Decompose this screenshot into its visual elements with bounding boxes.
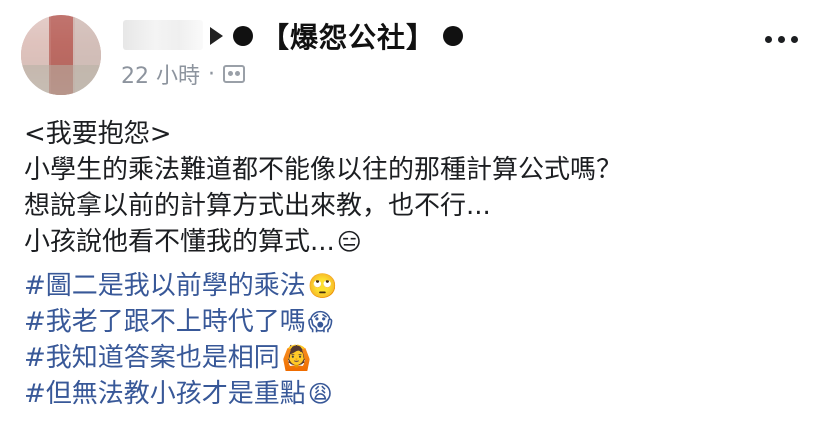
hashtag-line: #我知道答案也是相同🙆 — [24, 340, 338, 376]
post-line: 小學生的乘法難道都不能像以往的那種計算公式嗎？ — [24, 155, 623, 185]
screaming-face-emoji: 😱 — [307, 308, 333, 336]
hashtag-line: #但無法教小孩才是重點😩 — [24, 376, 338, 412]
hashtag-list: #圖二是我以前學的乘法🙄 #我老了跟不上時代了嗎😱 #我知道答案也是相同🙆 #但… — [24, 268, 338, 412]
group-name-link[interactable]: 【爆怨公社】 — [261, 16, 435, 56]
ok-gesture-emoji: 🙆 — [281, 344, 312, 372]
arrow-right-icon — [210, 27, 223, 45]
hashtag-line: #圖二是我以前學的乘法🙄 — [24, 268, 338, 304]
dot-icon — [443, 26, 464, 46]
avatar[interactable] — [21, 15, 101, 95]
post-header: 【爆怨公社】 — [210, 16, 464, 56]
expressionless-face-emoji: 😑 — [336, 228, 362, 256]
hashtag-link[interactable]: #我老了跟不上時代了嗎 — [24, 307, 306, 337]
post-line: 小孩說他看不懂我的算式...😑 — [24, 227, 362, 257]
post-timestamp[interactable]: 22 小時 — [121, 58, 200, 90]
author-name-blurred[interactable] — [123, 20, 203, 50]
dot-icon — [233, 26, 253, 46]
eye-roll-emoji: 🙄 — [307, 272, 338, 300]
post-body: <我要抱怨> 小學生的乘法難道都不能像以往的那種計算公式嗎？ 想說拿以前的計算方… — [24, 116, 622, 260]
friends-icon[interactable] — [223, 65, 245, 83]
hashtag-link[interactable]: #我知道答案也是相同 — [24, 343, 280, 373]
hashtag-line: #我老了跟不上時代了嗎😱 — [24, 304, 338, 340]
meta-separator: · — [208, 61, 215, 87]
weary-face-emoji: 😩 — [307, 380, 333, 408]
more-options-icon[interactable] — [765, 36, 798, 43]
post-meta: 22 小時 · — [121, 58, 245, 90]
post-line: 想說拿以前的計算方式出來教，也不行... — [24, 191, 491, 221]
hashtag-link[interactable]: #圖二是我以前學的乘法 — [24, 271, 306, 301]
hashtag-link[interactable]: #但無法教小孩才是重點 — [24, 379, 306, 409]
post-line: <我要抱怨> — [24, 119, 172, 149]
